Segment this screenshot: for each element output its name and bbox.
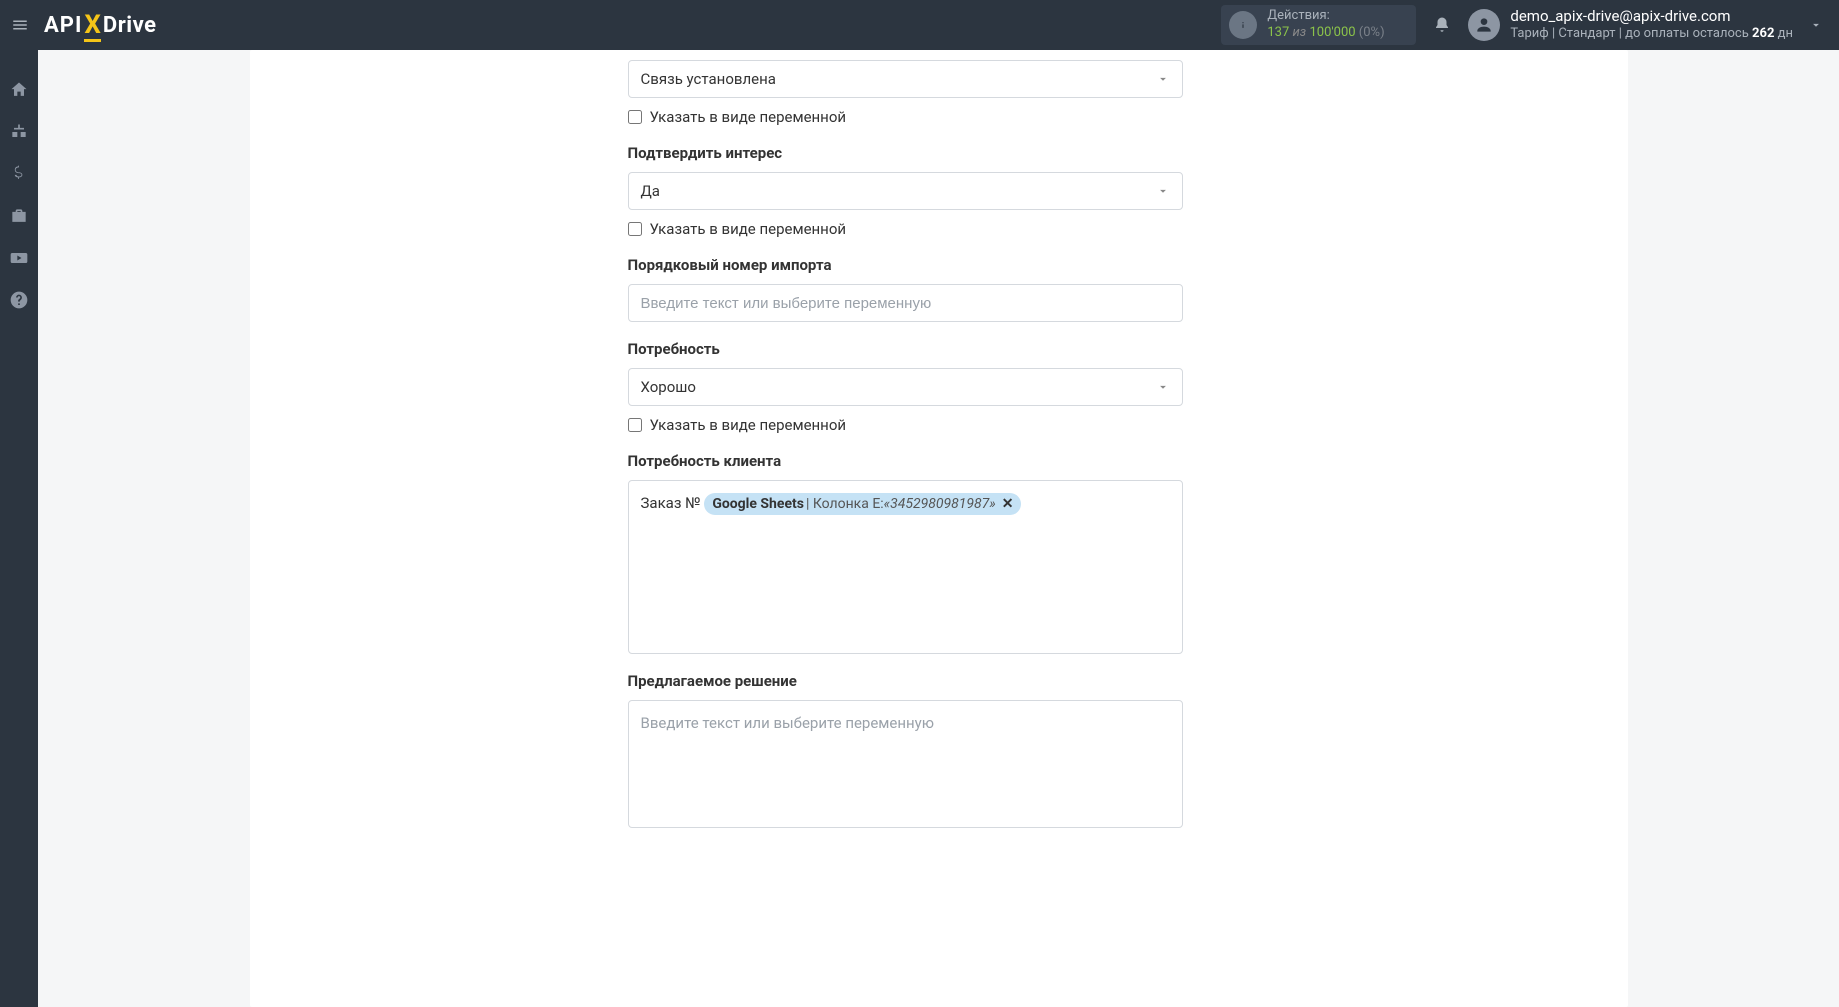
select-1[interactable]: Связь установлена — [628, 60, 1183, 98]
header: APIXDrive Действия: 137 из 100'000 (0%) … — [0, 0, 1839, 50]
tag-source: Google Sheets — [712, 494, 804, 514]
tag-mid: | Колонка E: — [806, 494, 884, 514]
info-icon — [1229, 11, 1257, 39]
input-3[interactable] — [629, 285, 1182, 321]
actions-sep: из — [1293, 25, 1307, 40]
sitemap-icon[interactable] — [9, 122, 29, 142]
logo-text-1: API — [44, 13, 82, 38]
select-value: Да — [641, 182, 660, 200]
actions-count: 137 — [1267, 25, 1289, 40]
checkbox-row-4[interactable]: Указать в виде переменной — [628, 416, 1183, 434]
main: Связь установлена Указать в виде перемен… — [38, 50, 1839, 1007]
checkbox-2[interactable] — [628, 222, 642, 236]
help-icon[interactable] — [9, 290, 29, 310]
avatar — [1468, 9, 1500, 41]
user-icon — [1474, 15, 1494, 35]
field-label-2: Подтвердить интерес — [628, 144, 1183, 162]
chevron-down-icon — [1156, 184, 1170, 198]
notifications-button[interactable] — [1422, 16, 1462, 34]
select-value: Связь установлена — [641, 70, 776, 88]
textarea-prefix: Заказ № — [641, 494, 705, 512]
logo[interactable]: APIXDrive — [44, 10, 156, 40]
checkbox-1[interactable] — [628, 110, 642, 124]
tag-value: «3452980981987» — [884, 494, 996, 514]
field-group-1: Связь установлена Указать в виде перемен… — [628, 60, 1183, 126]
video-icon[interactable] — [9, 248, 29, 268]
hamburger-icon — [11, 16, 29, 34]
field-group-4: Потребность Хорошо Указать в виде переме… — [628, 340, 1183, 434]
actions-pct: (0%) — [1359, 25, 1385, 40]
textarea-6[interactable]: Введите текст или выберите переменную — [628, 700, 1183, 828]
tag-remove[interactable]: ✕ — [1002, 494, 1014, 514]
field-group-3: Порядковый номер импорта — [628, 256, 1183, 322]
field-group-5: Потребность клиента Заказ № Google Sheet… — [628, 452, 1183, 654]
chevron-down-icon — [1809, 18, 1823, 32]
sidebar — [0, 50, 38, 1007]
checkbox-row-1[interactable]: Указать в виде переменной — [628, 108, 1183, 126]
select-2[interactable]: Да — [628, 172, 1183, 210]
user-email: demo_apix-drive@apix-drive.com — [1510, 7, 1793, 27]
menu-toggle[interactable] — [0, 0, 40, 50]
briefcase-icon[interactable] — [9, 206, 29, 226]
input-wrap-3 — [628, 284, 1183, 322]
actions-label: Действия: — [1267, 8, 1384, 25]
home-icon[interactable] — [9, 80, 29, 100]
chevron-down-icon — [1156, 380, 1170, 394]
user-menu-toggle[interactable] — [1801, 18, 1831, 32]
field-label-3: Порядковый номер импорта — [628, 256, 1183, 274]
form-panel: Связь установлена Указать в виде перемен… — [250, 50, 1628, 1007]
field-label-6: Предлагаемое решение — [628, 672, 1183, 690]
checkbox-label: Указать в виде переменной — [650, 416, 847, 434]
textarea-5[interactable]: Заказ № Google Sheets | Колонка E: «3452… — [628, 480, 1183, 654]
chevron-down-icon — [1156, 72, 1170, 86]
field-group-2: Подтвердить интерес Да Указать в виде пе… — [628, 144, 1183, 238]
checkbox-4[interactable] — [628, 418, 642, 432]
user-menu[interactable]: demo_apix-drive@apix-drive.com Тариф | С… — [1468, 7, 1793, 43]
field-label-4: Потребность — [628, 340, 1183, 358]
dollar-icon[interactable] — [9, 164, 29, 184]
tariff-line: Тариф | Стандарт | до оплаты осталось 26… — [1510, 26, 1793, 43]
variable-tag: Google Sheets | Колонка E: «345298098198… — [704, 493, 1021, 515]
field-label-5: Потребность клиента — [628, 452, 1183, 470]
checkbox-label: Указать в виде переменной — [650, 220, 847, 238]
actions-limit: 100'000 — [1309, 25, 1355, 40]
bell-icon — [1433, 16, 1451, 34]
logo-text-2: X — [84, 10, 101, 40]
textarea-placeholder: Введите текст или выберите переменную — [641, 714, 935, 732]
logo-text-3: Drive — [103, 13, 157, 38]
checkbox-row-2[interactable]: Указать в виде переменной — [628, 220, 1183, 238]
user-text: demo_apix-drive@apix-drive.com Тариф | С… — [1510, 7, 1793, 43]
actions-counter[interactable]: Действия: 137 из 100'000 (0%) — [1221, 5, 1416, 45]
actions-text: Действия: 137 из 100'000 (0%) — [1267, 8, 1384, 42]
checkbox-label: Указать в виде переменной — [650, 108, 847, 126]
select-4[interactable]: Хорошо — [628, 368, 1183, 406]
field-group-6: Предлагаемое решение Введите текст или в… — [628, 672, 1183, 828]
select-value: Хорошо — [641, 378, 696, 396]
